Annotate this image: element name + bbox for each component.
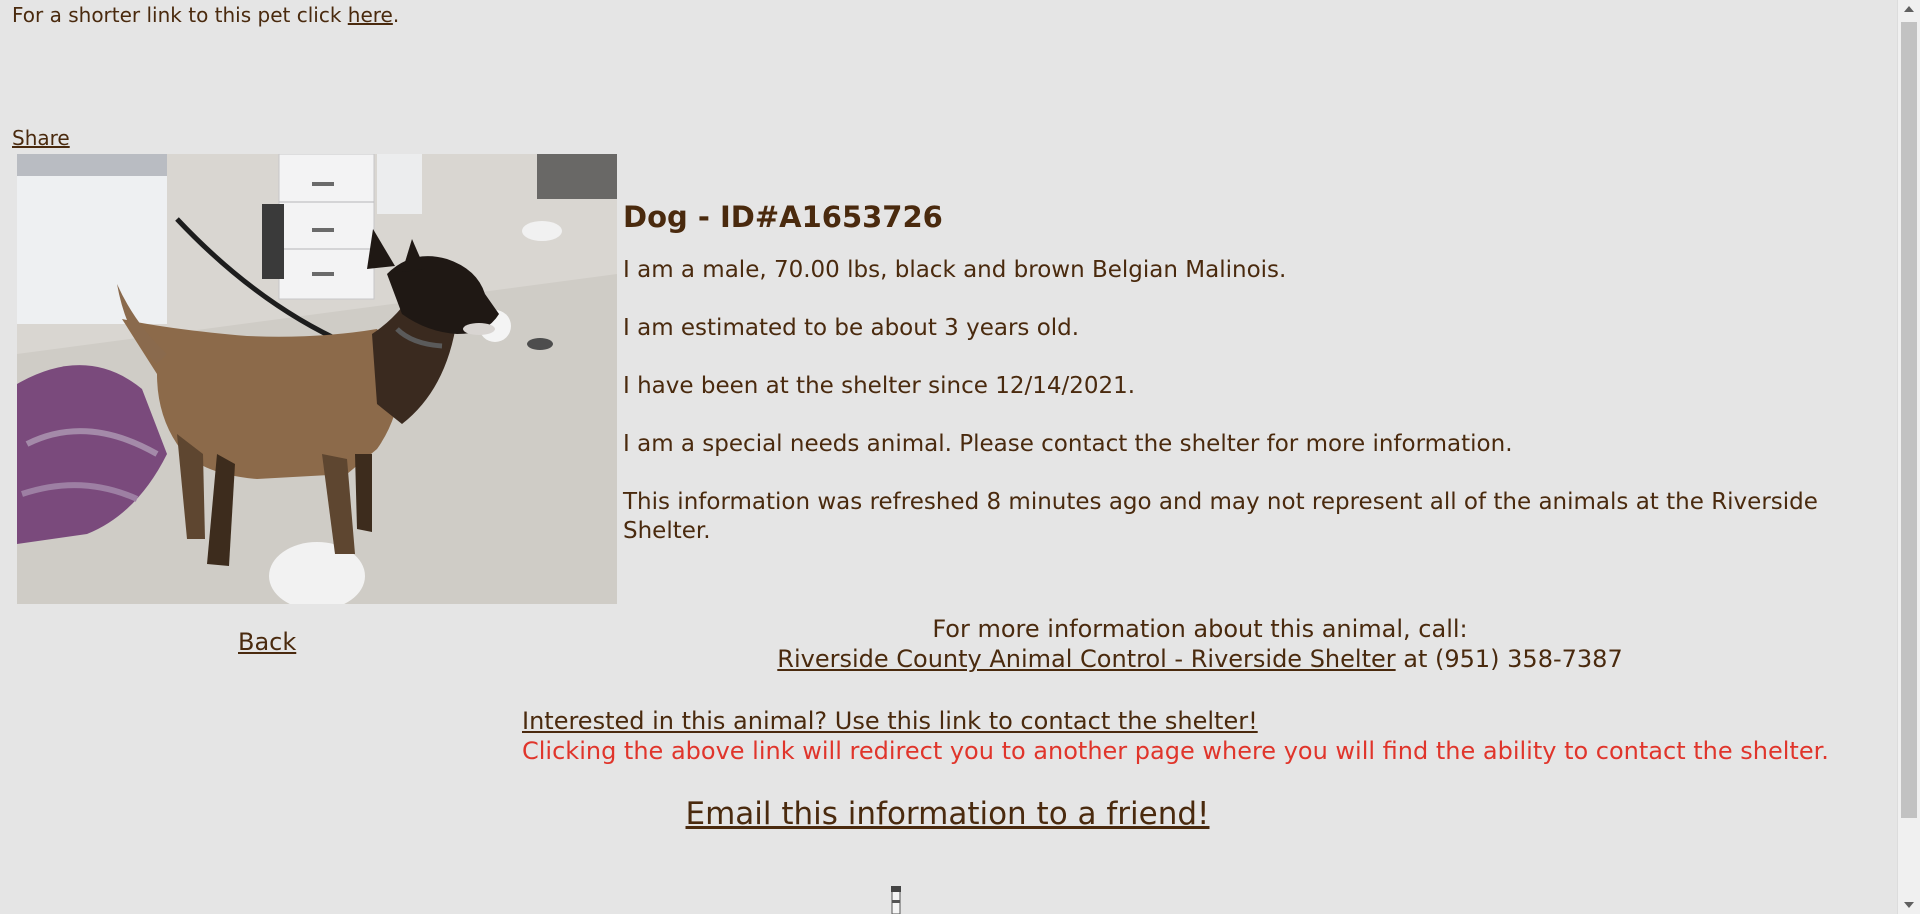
refresh-note: This information was refreshed 8 minutes… xyxy=(623,489,1818,544)
short-link-prefix: For a shorter link to this pet click xyxy=(12,3,348,27)
shelter-phone: at (951) 358-7387 xyxy=(1395,645,1623,673)
animal-info: Dog - ID#A1653726 I am a male, 70.00 lbs… xyxy=(623,200,1893,575)
scroll-up-icon[interactable] xyxy=(1904,6,1914,12)
share-link[interactable]: Share xyxy=(12,126,70,150)
dog-photo xyxy=(17,154,617,604)
animal-age: I am estimated to be about 3 years old. xyxy=(623,315,1080,341)
animal-special-needs: I am a special needs animal. Please cont… xyxy=(623,431,1513,457)
short-link-line: For a shorter link to this pet click her… xyxy=(12,3,399,27)
short-link-suffix: . xyxy=(392,3,400,27)
contact-section: Interested in this animal? Use this link… xyxy=(522,706,1829,766)
animal-title: Dog - ID#A1653726 xyxy=(623,200,943,234)
shelter-link[interactable]: Riverside County Animal Control - Rivers… xyxy=(777,645,1395,673)
vertical-scrollbar[interactable] xyxy=(1897,0,1920,914)
email-friend-link[interactable]: Email this information to a friend! xyxy=(686,796,1210,832)
call-info: For more information about this animal, … xyxy=(500,614,1900,674)
redirect-warning: Clicking the above link will redirect yo… xyxy=(522,737,1829,765)
call-info-line: Riverside County Animal Control - Rivers… xyxy=(500,644,1900,674)
back-link[interactable]: Back xyxy=(238,628,296,656)
contact-shelter-link[interactable]: Interested in this animal? Use this link… xyxy=(522,707,1258,735)
animal-description: I am a male, 70.00 lbs, black and brown … xyxy=(623,257,1287,283)
scroll-thumb[interactable] xyxy=(1901,22,1917,818)
call-info-heading: For more information about this animal, … xyxy=(932,615,1468,643)
email-section: Email this information to a friend! xyxy=(0,796,1895,832)
lighthouse-icon xyxy=(888,886,904,914)
short-link-here[interactable]: here xyxy=(348,3,393,27)
scroll-down-icon[interactable] xyxy=(1904,902,1914,908)
pet-detail-page: For a shorter link to this pet click her… xyxy=(0,0,1898,914)
animal-shelter-since: I have been at the shelter since 12/14/2… xyxy=(623,373,1136,399)
